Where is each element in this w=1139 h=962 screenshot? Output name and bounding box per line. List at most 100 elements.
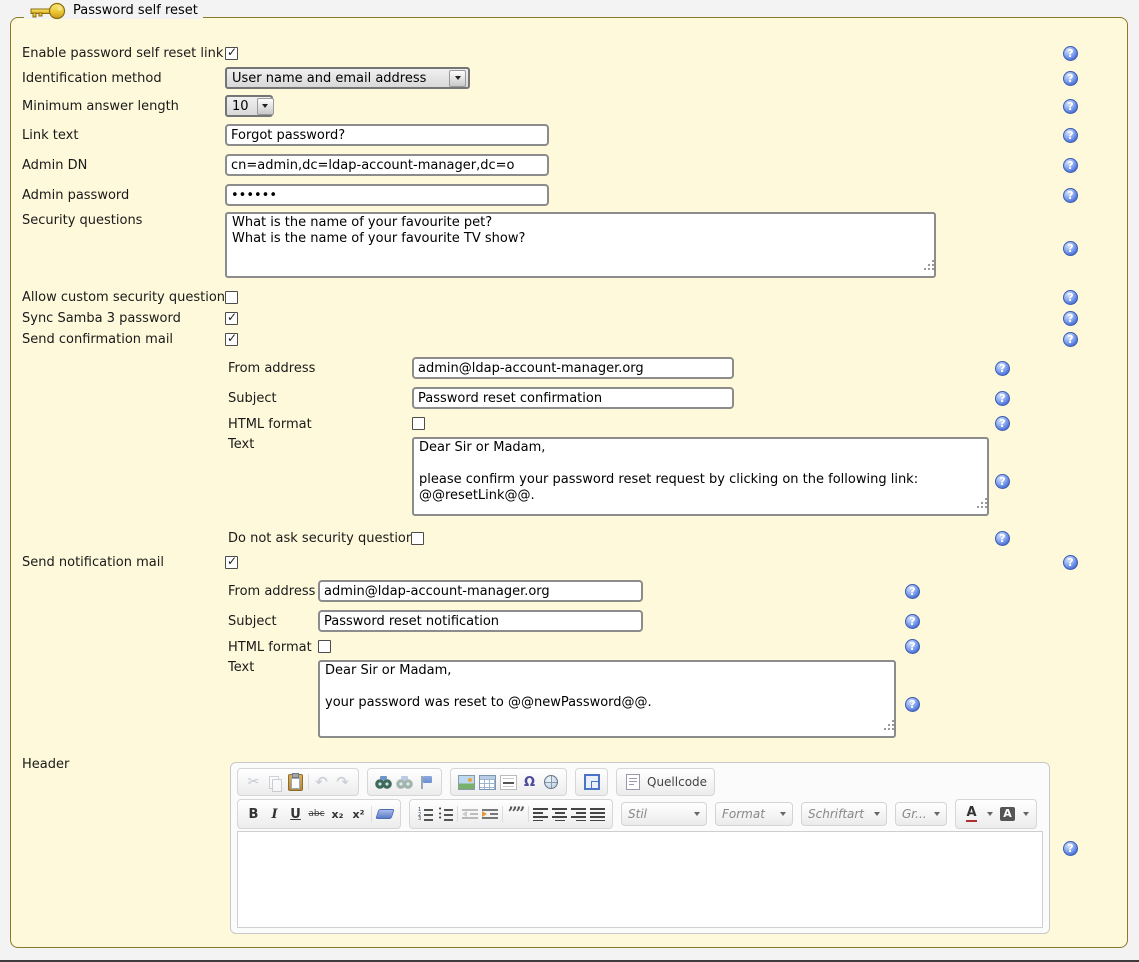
resize-grip-icon[interactable] — [924, 268, 926, 270]
help-icon-confirmation-subject[interactable] — [995, 391, 1010, 406]
chevron-down-icon — [934, 812, 940, 816]
underline-icon[interactable] — [287, 806, 304, 823]
blockquote-icon[interactable] — [507, 806, 524, 823]
outdent-icon[interactable] — [462, 807, 478, 821]
bold-icon[interactable] — [245, 806, 262, 823]
color-group — [955, 799, 1037, 829]
confirmation-html-checkbox[interactable] — [412, 417, 425, 430]
notification-html-checkbox[interactable] — [318, 640, 331, 653]
help-icon-allow-custom[interactable] — [1063, 290, 1078, 305]
confirmation-subject-input[interactable] — [412, 387, 734, 409]
italic-icon[interactable] — [266, 806, 283, 823]
help-icon-link-text[interactable] — [1063, 128, 1078, 143]
text-color-button[interactable] — [963, 806, 993, 823]
maximize-group — [575, 768, 608, 796]
format-dropdown-label: Format — [722, 807, 765, 821]
align-right-icon[interactable] — [571, 807, 586, 821]
send-confirmation-label: Send confirmation mail — [22, 332, 173, 348]
help-icon-notification-from[interactable] — [905, 584, 920, 599]
help-icon-no-security-question[interactable] — [995, 531, 1010, 546]
font-size-dropdown[interactable]: Gr... — [895, 802, 947, 826]
help-icon-confirmation-from[interactable] — [995, 361, 1010, 376]
align-left-icon[interactable] — [533, 807, 548, 821]
notification-subject-input[interactable] — [318, 610, 643, 632]
notification-from-input[interactable] — [318, 580, 643, 602]
help-icon-min-answer[interactable] — [1063, 99, 1078, 114]
confirmation-text-textarea[interactable]: Dear Sir or Madam, please confirm your p… — [412, 437, 989, 516]
security-questions-textarea[interactable]: What is the name of your favourite pet? … — [225, 212, 936, 278]
source-button[interactable]: Quellcode — [616, 768, 715, 796]
spellcheck-flag-icon[interactable] — [417, 774, 434, 791]
toolbar-separator — [308, 774, 309, 790]
special-char-icon[interactable] — [521, 774, 538, 791]
help-icon-confirmation-text[interactable] — [995, 474, 1010, 489]
bullet-list-icon[interactable] — [437, 807, 453, 821]
admin-password-input[interactable] — [225, 184, 549, 206]
help-icon-notification-html[interactable] — [905, 639, 920, 654]
remove-format-icon[interactable] — [376, 806, 393, 823]
admin-dn-input[interactable] — [225, 154, 549, 176]
strikethrough-icon[interactable] — [308, 806, 325, 823]
format-dropdown[interactable]: Format — [715, 802, 793, 826]
enable-label: Enable password self reset link — [22, 46, 223, 62]
help-icon-notification-subject[interactable] — [905, 614, 920, 629]
image-glyph — [458, 775, 475, 790]
help-icon-identification[interactable] — [1063, 71, 1078, 86]
styles-dropdown-label: Stil — [628, 807, 647, 821]
copy-icon[interactable] — [266, 774, 283, 791]
image-icon[interactable] — [458, 774, 475, 791]
redo-icon[interactable] — [334, 774, 351, 791]
min-answer-select[interactable]: 10 — [225, 95, 273, 117]
link-text-input[interactable] — [225, 124, 549, 146]
font-dropdown[interactable]: Schriftart — [801, 802, 887, 826]
undo-icon[interactable] — [313, 774, 330, 791]
confirmation-text-label: Text — [228, 437, 254, 453]
paste-icon[interactable] — [287, 774, 304, 791]
min-answer-value: 10 — [232, 99, 249, 114]
background-color-button[interactable] — [999, 806, 1029, 823]
help-icon-admin-password[interactable] — [1063, 188, 1078, 203]
help-icon-send-notification[interactable] — [1063, 555, 1078, 570]
confirmation-from-input[interactable] — [412, 357, 734, 379]
admin-password-label: Admin password — [22, 188, 129, 204]
no-security-question-label: Do not ask security question — [228, 531, 414, 547]
help-icon-header[interactable] — [1063, 841, 1078, 856]
help-icon-confirmation-html[interactable] — [995, 416, 1010, 431]
identification-select[interactable]: User name and email address — [225, 67, 470, 89]
superscript-icon[interactable] — [350, 806, 367, 823]
horizontal-rule-icon[interactable] — [500, 774, 517, 791]
no-security-question-checkbox[interactable] — [411, 532, 424, 545]
horizontal-rule-glyph — [500, 775, 517, 790]
help-icon-notification-text[interactable] — [905, 697, 920, 712]
panel-legend: Password self reset — [24, 2, 203, 19]
help-icon-send-confirmation[interactable] — [1063, 332, 1078, 347]
maximize-icon[interactable] — [583, 774, 600, 791]
help-icon-enable[interactable] — [1063, 46, 1078, 61]
resize-grip-icon[interactable] — [977, 506, 979, 508]
send-confirmation-checkbox[interactable] — [225, 333, 238, 346]
numbered-list-icon[interactable] — [417, 807, 433, 821]
notification-text-textarea[interactable]: Dear Sir or Madam, your password was res… — [318, 660, 896, 738]
help-icon-security-questions[interactable] — [1063, 241, 1078, 256]
indent-icon[interactable] — [482, 807, 498, 821]
help-icon-admin-dn[interactable] — [1063, 158, 1078, 173]
help-icon-sync-samba[interactable] — [1063, 311, 1078, 326]
allow-custom-checkbox[interactable] — [225, 291, 238, 304]
sync-samba-checkbox[interactable] — [225, 312, 238, 325]
iframe-globe-icon[interactable] — [542, 774, 559, 791]
align-center-icon[interactable] — [552, 807, 567, 821]
cut-icon[interactable] — [245, 774, 262, 791]
align-justify-icon[interactable] — [590, 807, 605, 821]
chevron-down-icon — [874, 812, 880, 816]
editor-toolbar-row1: Quellcode — [237, 768, 1043, 796]
find-icon[interactable] — [375, 775, 392, 789]
replace-icon[interactable] — [396, 775, 413, 789]
styles-dropdown[interactable]: Stil — [621, 802, 707, 826]
subscript-icon[interactable] — [329, 806, 346, 823]
table-icon[interactable] — [479, 774, 496, 791]
editor-content-area[interactable] — [237, 831, 1043, 928]
resize-grip-icon[interactable] — [884, 728, 886, 730]
toolbar-separator — [502, 806, 503, 822]
send-notification-checkbox[interactable] — [225, 556, 238, 569]
enable-checkbox[interactable] — [225, 47, 238, 60]
